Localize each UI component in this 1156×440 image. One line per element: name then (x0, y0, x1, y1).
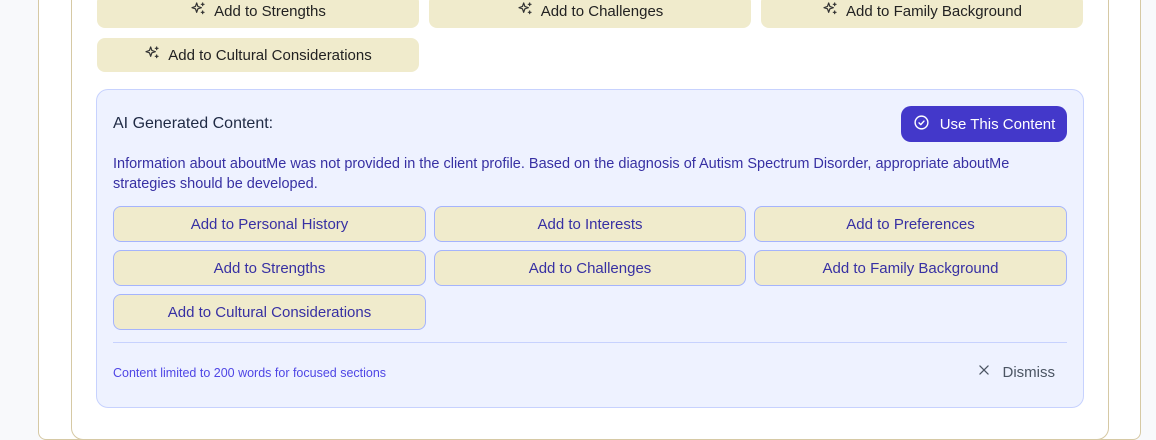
button-label: Add to Family Background (846, 2, 1022, 20)
sparkles-icon (144, 45, 160, 65)
add-to-cultural-considerations-button-top[interactable]: Add to Cultural Considerations (97, 38, 419, 72)
sparkles-icon (517, 1, 533, 21)
button-label: Add to Cultural Considerations (167, 303, 372, 321)
dismiss-label: Dismiss (1002, 363, 1056, 381)
add-to-cultural-considerations-button[interactable]: Add to Cultural Considerations (113, 294, 426, 330)
button-label: Add to Personal History (190, 215, 349, 233)
sparkles-icon (822, 1, 838, 21)
add-to-personal-history-button[interactable]: Add to Personal History (113, 206, 426, 242)
button-label: Add to Cultural Considerations (168, 46, 372, 64)
add-to-family-background-button-top[interactable]: Add to Family Background (761, 0, 1083, 28)
button-label: Add to Challenges (540, 2, 664, 20)
add-to-family-background-button[interactable]: Add to Family Background (754, 250, 1067, 286)
divider (113, 342, 1067, 343)
close-icon (977, 363, 991, 381)
ai-generated-content-panel: AI Generated Content: Use This Content I… (96, 89, 1084, 408)
use-this-content-button[interactable]: Use This Content (901, 106, 1067, 142)
word-limit-note: Content limited to 200 words for focused… (113, 366, 387, 380)
add-to-preferences-button[interactable]: Add to Preferences (754, 206, 1067, 242)
button-label: Add to Preferences (846, 215, 975, 233)
sparkles-icon (190, 1, 206, 21)
button-label: Add to Family Background (822, 259, 999, 277)
button-label: Add to Strengths (213, 259, 326, 277)
add-to-strengths-button[interactable]: Add to Strengths (113, 250, 426, 286)
button-label: Add to Interests (537, 215, 643, 233)
add-to-challenges-button-top[interactable]: Add to Challenges (429, 0, 751, 28)
check-circle-icon (913, 114, 930, 135)
button-label: Add to Challenges (528, 259, 652, 277)
use-button-label: Use This Content (939, 115, 1056, 133)
button-label: Add to Strengths (214, 2, 326, 20)
add-to-interests-button[interactable]: Add to Interests (434, 206, 746, 242)
dismiss-button[interactable]: Dismiss (977, 363, 1056, 381)
ai-panel-title: AI Generated Content: (113, 115, 274, 132)
add-to-strengths-button-top[interactable]: Add to Strengths (97, 0, 419, 28)
add-to-challenges-button[interactable]: Add to Challenges (434, 250, 746, 286)
ai-content-text: Information about aboutMe was not provid… (113, 156, 1010, 192)
